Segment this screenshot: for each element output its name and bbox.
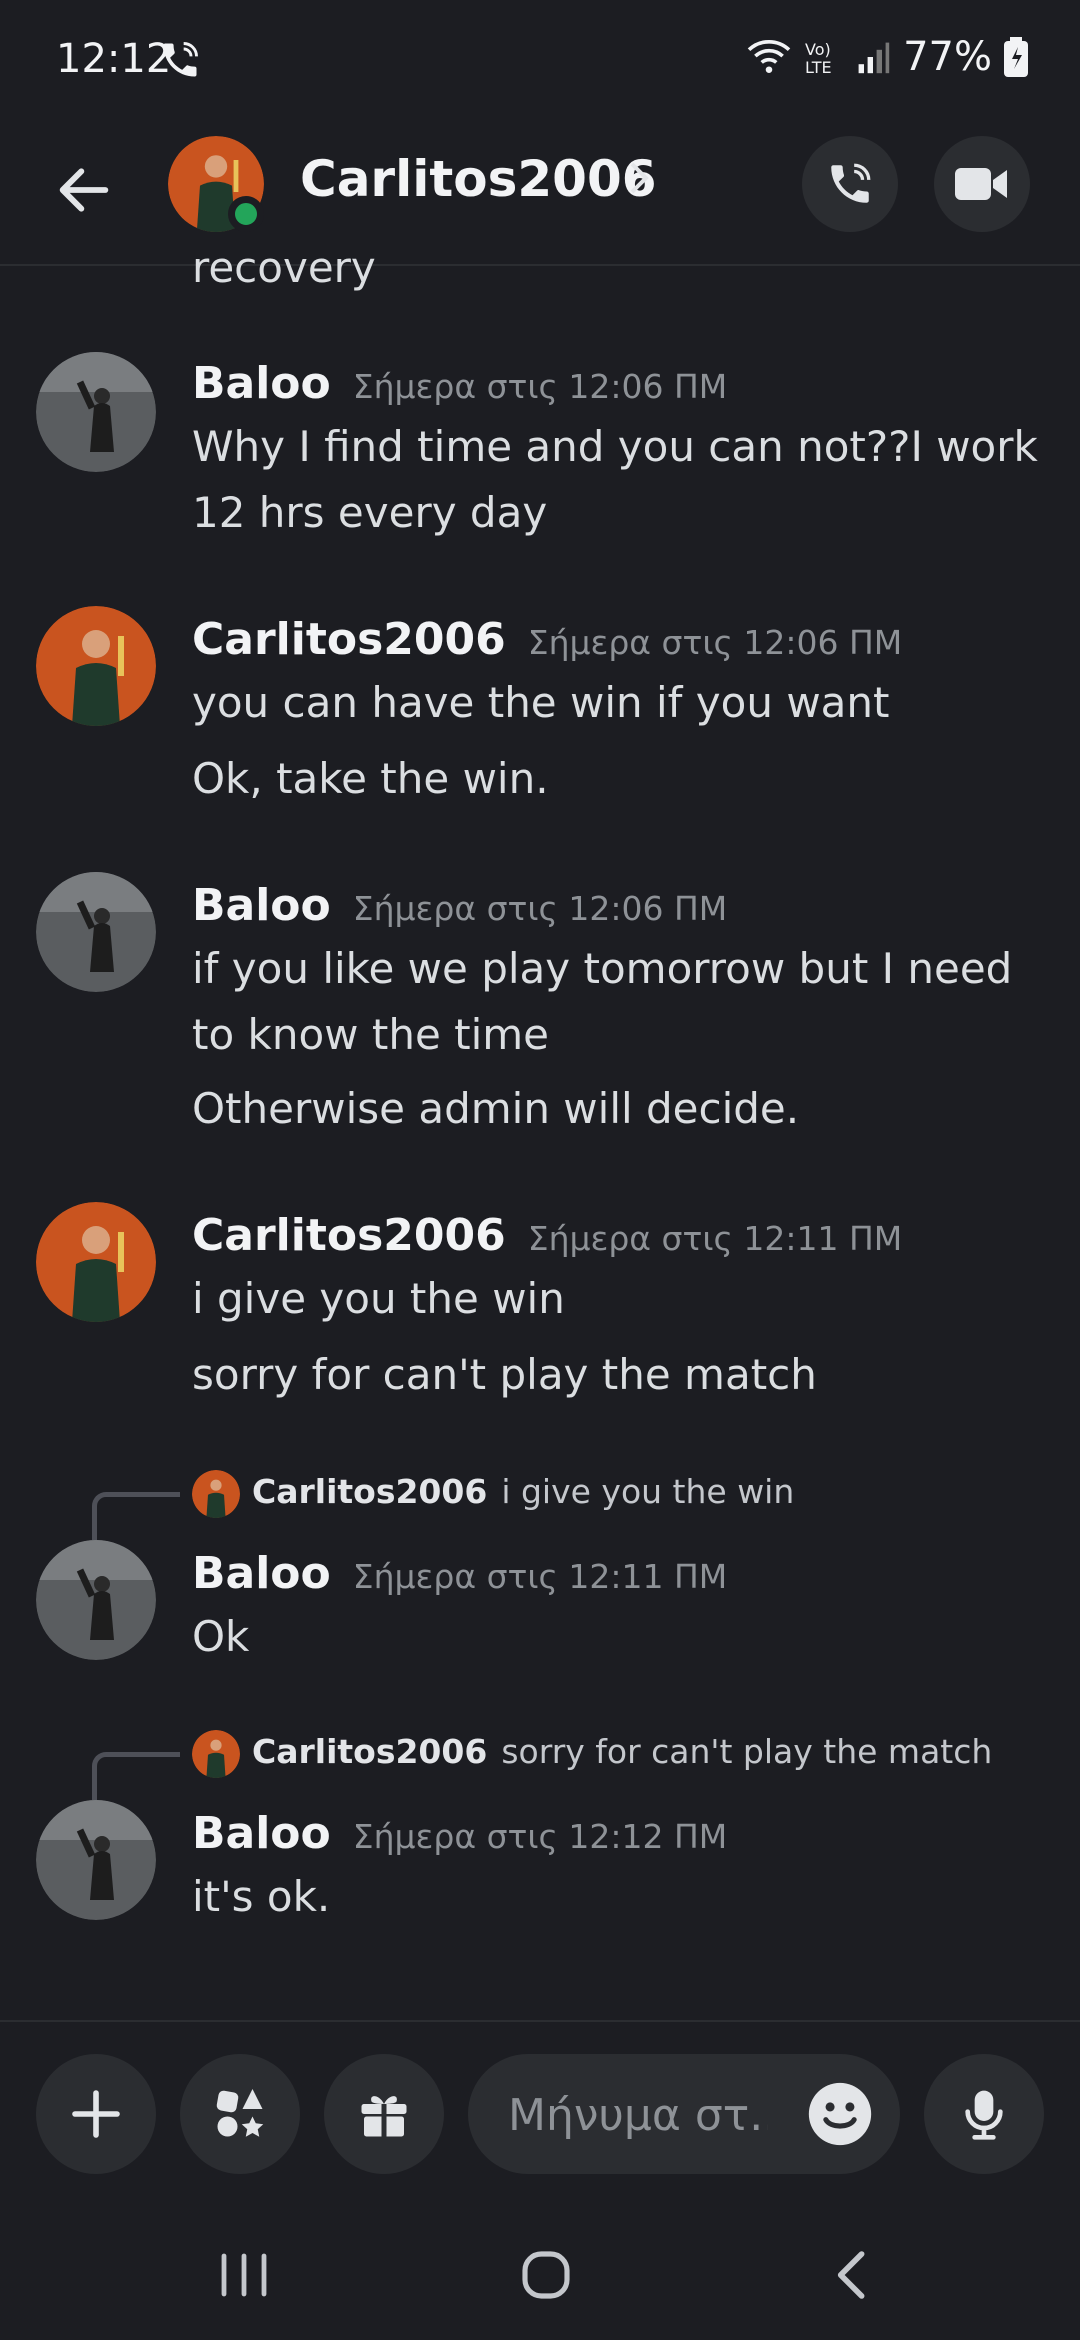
message-timestamp: Σήμερα στις 12:06 ΠΜ (352, 367, 728, 406)
avatar[interactable] (36, 872, 156, 992)
svg-text:Vo): Vo) (805, 40, 831, 59)
avatar[interactable] (36, 1800, 156, 1920)
message-timestamp: Σήμερα στις 12:11 ΠΜ (527, 1219, 903, 1258)
recent-apps-icon (221, 2253, 267, 2297)
message-text: 12 hrs every day (192, 488, 548, 537)
wifi-icon (747, 39, 791, 73)
reply-avatar (192, 1730, 240, 1778)
message-timestamp: Σήμερα στις 12:06 ΠΜ (352, 889, 728, 928)
back-arrow-icon[interactable] (52, 158, 116, 222)
reply-connector (92, 1492, 180, 1540)
apps-button[interactable] (180, 2054, 300, 2174)
message-text: Why I find time and you can not??I work (192, 422, 1038, 471)
signal-icon (858, 42, 890, 74)
phone-icon (831, 163, 871, 203)
reply-avatar (192, 1470, 240, 1518)
avatar[interactable] (36, 352, 156, 472)
back-chevron-icon (837, 2251, 865, 2299)
message-text: sorry for can't play the match (192, 1350, 817, 1399)
message-timestamp: Σήμερα στις 12:11 ΠΜ (352, 1557, 728, 1596)
apps-icon (216, 2089, 264, 2137)
svg-text:LTE: LTE (805, 58, 832, 77)
header-username[interactable]: Carlitos2006 (300, 150, 657, 208)
message-author[interactable]: Carlitos2006 Σήμερα στις 12:11 ΠΜ (192, 1210, 902, 1261)
message-input[interactable] (506, 2084, 770, 2146)
avatar[interactable] (36, 1202, 156, 1322)
message-composer (0, 2020, 1080, 2202)
message-author[interactable]: Baloo Σήμερα στις 12:06 ΠΜ (192, 880, 727, 931)
recent-apps-button[interactable] (204, 2240, 284, 2310)
message-author[interactable]: Baloo Σήμερα στις 12:11 ΠΜ (192, 1548, 727, 1599)
message-author[interactable]: Carlitos2006 Σήμερα στις 12:06 ΠΜ (192, 614, 902, 665)
chat-header: Carlitos2006 (0, 120, 1080, 266)
video-call-button[interactable] (934, 136, 1030, 232)
add-attachment-button[interactable] (36, 2054, 156, 2174)
voice-call-button[interactable] (802, 136, 898, 232)
volte-icon: Vo)LTE (805, 40, 832, 77)
back-button[interactable] (810, 2240, 890, 2310)
status-bar: 12:12 Vo) LTE 77% (0, 0, 1080, 120)
voice-message-button[interactable] (924, 2054, 1044, 2174)
battery-icon (1004, 37, 1028, 77)
gift-icon (361, 2096, 407, 2137)
message-timestamp: Σήμερα στις 12:12 ΠΜ (352, 1817, 728, 1856)
message-text: to know the time (192, 1010, 550, 1059)
avatar[interactable] (36, 606, 156, 726)
plus-icon (72, 2090, 120, 2138)
message-author[interactable]: Baloo Σήμερα στις 12:12 ΠΜ (192, 1808, 727, 1859)
reply-snippet: sorry for can't play the match (501, 1732, 993, 1771)
battery-percent: 77% (903, 34, 992, 80)
wifi-call-icon (163, 42, 198, 77)
microphone-icon (965, 2090, 1003, 2140)
reply-author: Carlitos2006 i give you the win (252, 1472, 795, 1511)
message-author[interactable]: Baloo Σήμερα στις 12:06 ΠΜ (192, 358, 727, 409)
message-timestamp: Σήμερα στις 12:06 ΠΜ (527, 623, 903, 662)
reply-author: Carlitos2006 sorry for can't play the mat… (252, 1732, 993, 1771)
message-text: Otherwise admin will decide. (192, 1084, 800, 1133)
message-text: i give you the win (192, 1274, 565, 1323)
message-text: it's ok. (192, 1872, 331, 1921)
reply-reference[interactable]: Carlitos2006 i give you the win (0, 1462, 1080, 1540)
online-status-dot (228, 196, 264, 232)
reply-snippet: i give you the win (501, 1472, 795, 1511)
message-text: Ok, take the win. (192, 754, 549, 803)
home-icon (522, 2251, 570, 2299)
status-time: 12:12 (56, 36, 172, 82)
video-camera-icon (955, 168, 1007, 200)
emoji-icon[interactable] (806, 2080, 874, 2148)
reply-reference[interactable]: Carlitos2006 sorry for can't play the mat… (0, 1722, 1080, 1800)
home-button[interactable] (506, 2240, 586, 2310)
avatar[interactable] (36, 1540, 156, 1660)
chevron-right-icon[interactable] (628, 158, 652, 198)
gift-button[interactable] (324, 2054, 444, 2174)
message-input-container (468, 2054, 900, 2174)
reply-connector (92, 1752, 180, 1800)
message-text: if you like we play tomorrow but I need (192, 944, 1013, 993)
message-text: you can have the win if you want (192, 678, 890, 727)
system-nav-bar (0, 2200, 1080, 2340)
message-text: Ok (192, 1612, 250, 1661)
cutoff-message-text: recovery (192, 243, 376, 292)
status-right: Vo) LTE 77% (747, 34, 1028, 80)
